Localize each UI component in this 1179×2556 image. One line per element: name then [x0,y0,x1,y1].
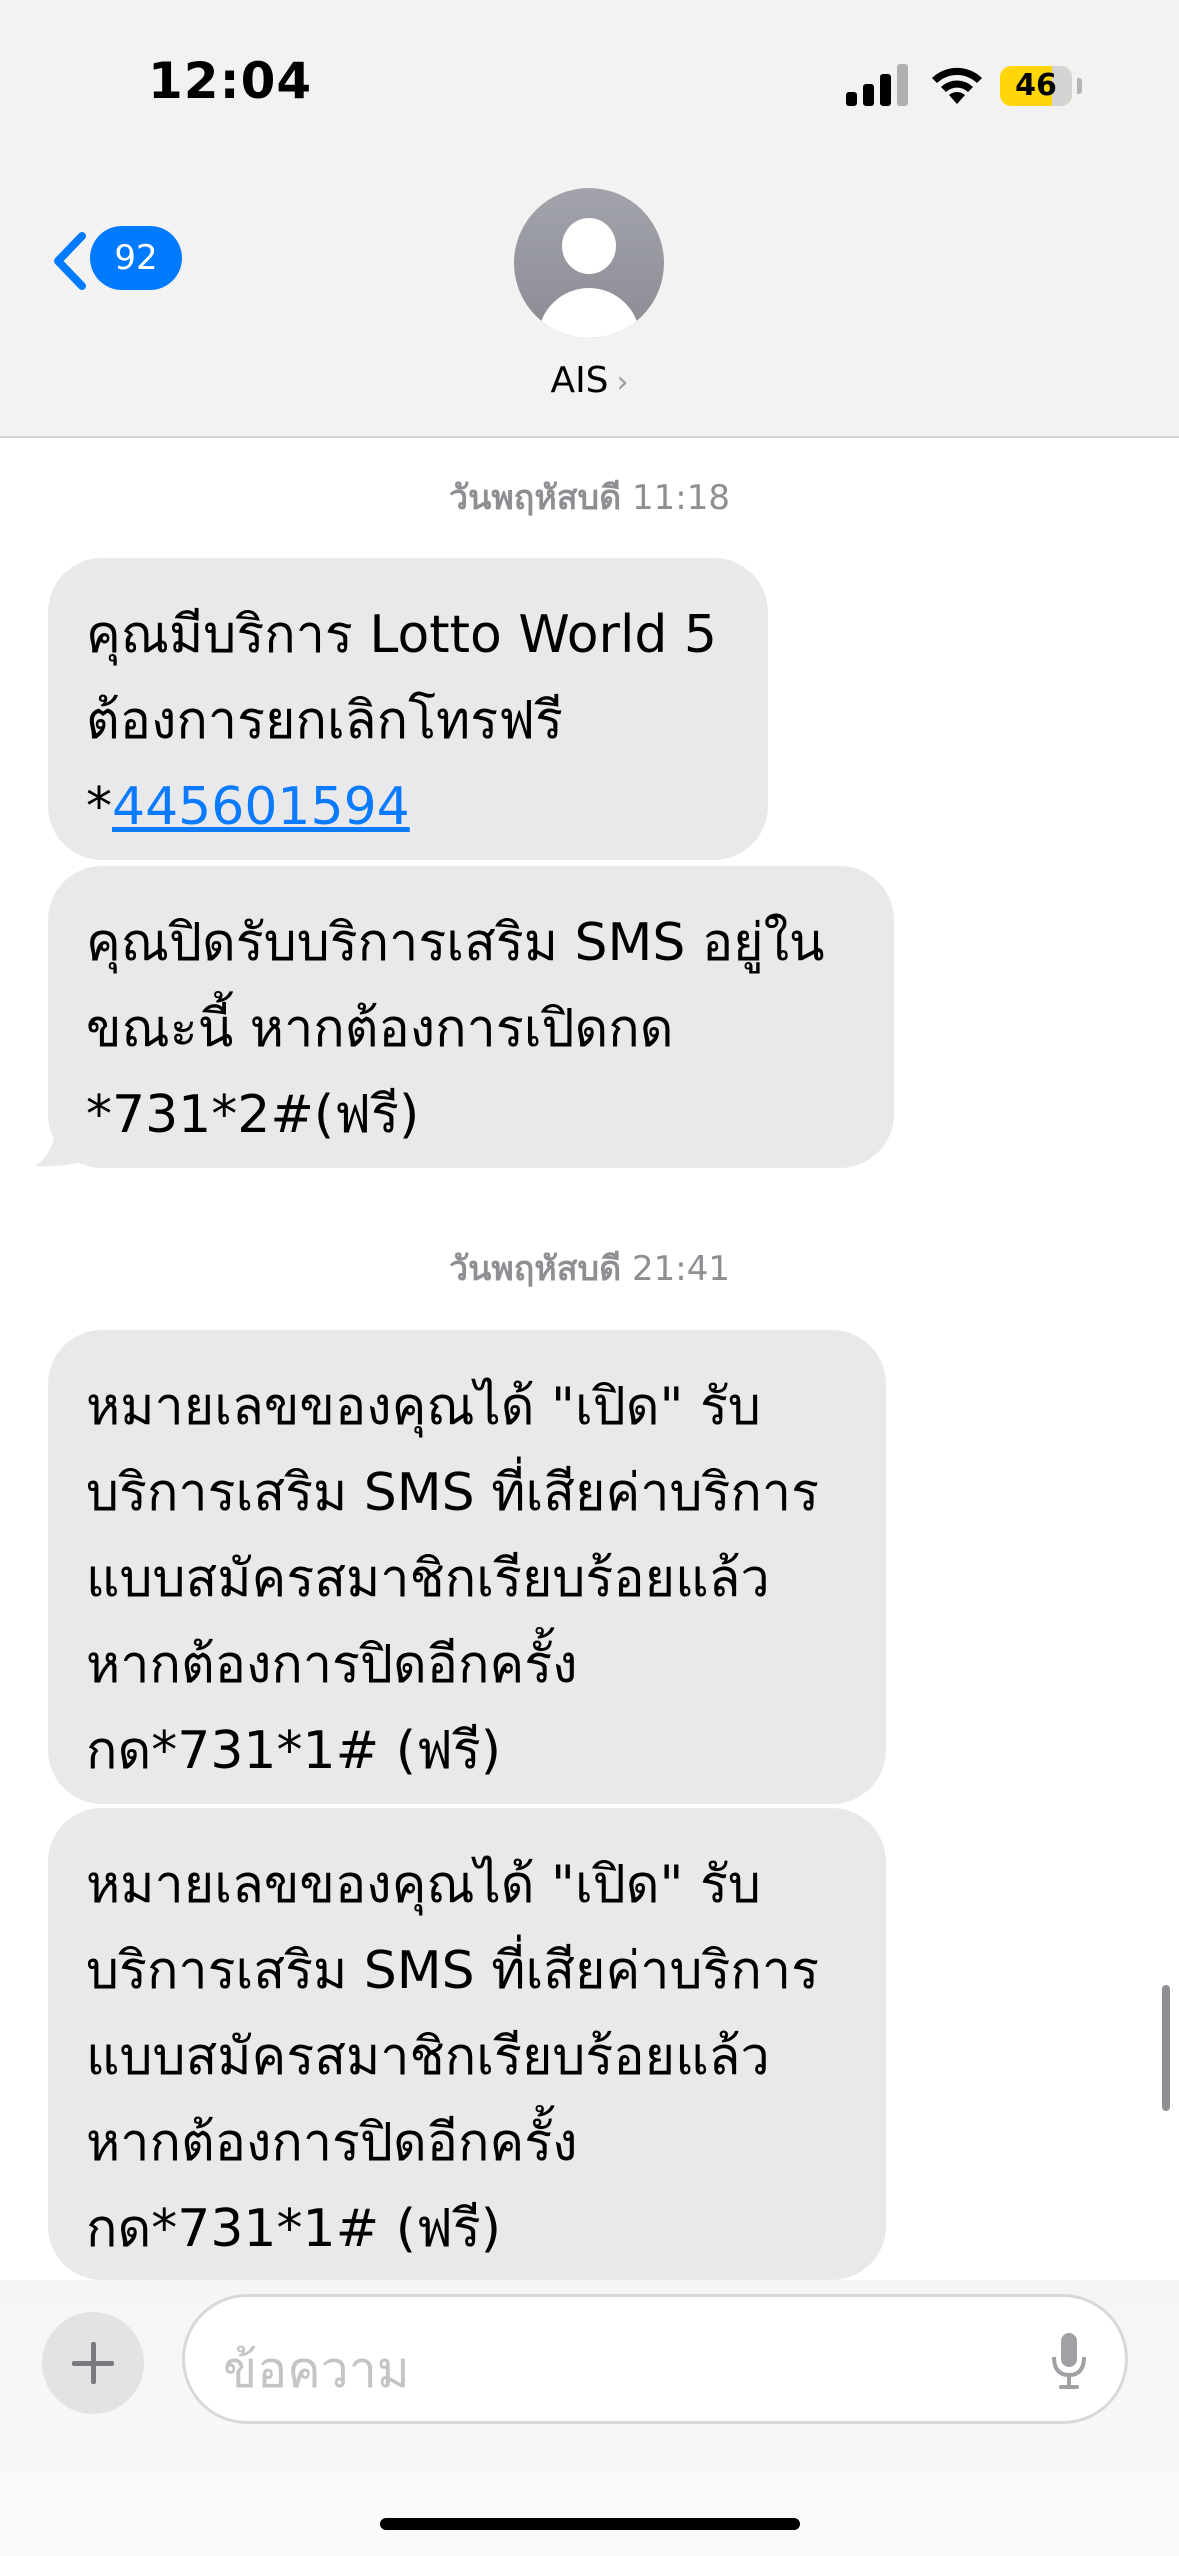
status-bar: 12:04 46 [0,0,1179,150]
person-head [562,218,616,274]
phone-number-link[interactable]: 445601594 [112,777,410,837]
battery-level: 46 [1015,68,1057,103]
timestamp-day: วันพฤหัสบดี [449,1249,622,1289]
timestamp-day: วันพฤหัสบดี [449,478,622,518]
status-time: 12:04 [148,52,313,110]
chevron-right-icon: › [616,365,629,400]
message-text: หมายเลขของคุณได้ "เปิด" รับ บริการเสริม … [86,1855,820,2259]
plus-icon-bar-v [91,2342,96,2384]
timestamp-time: 11:18 [632,478,730,518]
message-text: คุณปิดรับบริการเสริม SMS อยู่ใน ขณะนี้ ห… [86,913,825,1145]
scroll-indicator[interactable] [1162,1985,1170,2111]
message-text: หมายเลขของคุณได้ "เปิด" รับ บริการเสริม … [86,1377,820,1781]
message-bubble[interactable]: หมายเลขของคุณได้ "เปิด" รับ บริการเสริม … [48,1808,886,2280]
chevron-left-icon [54,232,86,290]
microphone-icon[interactable] [1049,2331,1089,2393]
message-bubble[interactable]: คุณมีบริการ Lotto World 5 ต้องการยกเลิกโ… [48,558,768,860]
plus-icon[interactable] [42,2312,144,2414]
message-bubble[interactable]: คุณปิดรับบริการเสริม SMS อยู่ใน ขณะนี้ ห… [48,866,894,1168]
timestamp: วันพฤหัสบดี 11:18 [0,470,1179,524]
person-body [538,288,640,338]
cellular-signal-icon [846,62,910,106]
unread-count-badge: 92 [90,226,182,290]
back-button[interactable]: 92 [48,226,182,292]
battery-icon: 46 [1000,66,1082,106]
conversation-header: 92 AIS › [0,150,1179,438]
bubble-tail [34,1118,90,1167]
timestamp: วันพฤหัสบดี 21:41 [0,1241,1179,1295]
contact-name-button[interactable]: AIS › [0,360,1179,401]
contact-avatar[interactable] [514,188,664,338]
timestamp-time: 21:41 [632,1249,730,1289]
wifi-icon [932,67,982,104]
message-input[interactable]: ข้อความ [182,2294,1128,2424]
message-bubble[interactable]: หมายเลขของคุณได้ "เปิด" รับ บริการเสริม … [48,1330,886,1804]
compose-bar: ข้อความ [0,2280,1179,2556]
home-indicator[interactable] [380,2518,800,2530]
contact-name: AIS [550,360,609,401]
message-placeholder: ข้อความ [223,2341,410,2399]
